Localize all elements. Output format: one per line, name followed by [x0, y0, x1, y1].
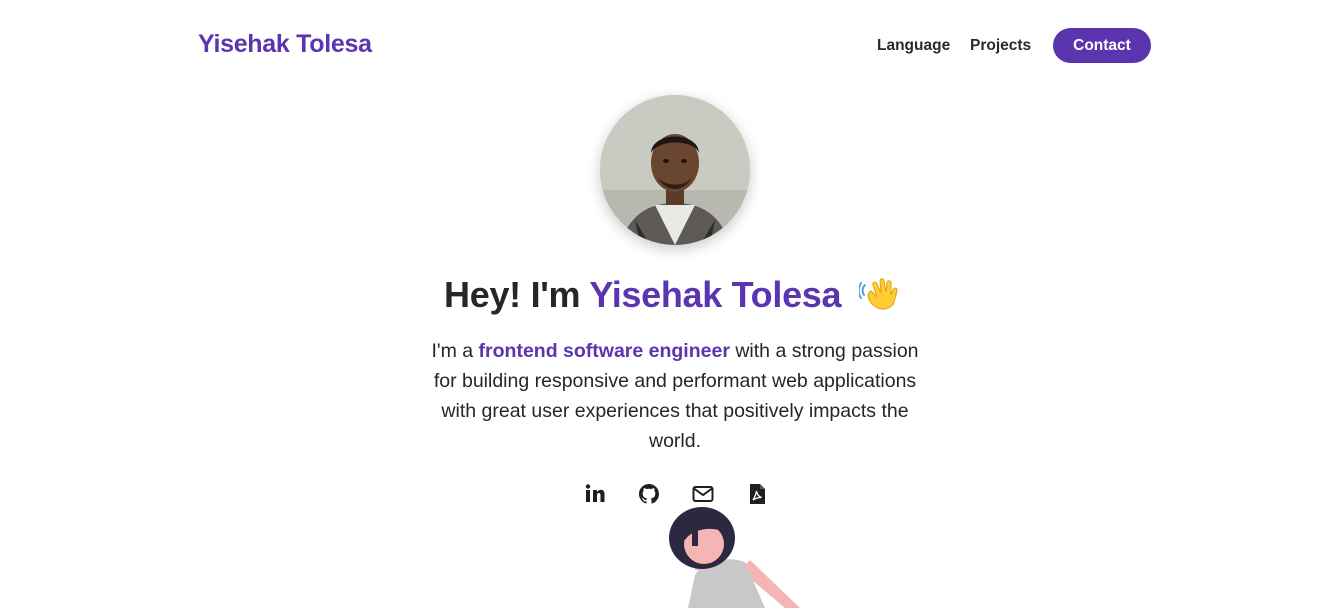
- nav-link-language[interactable]: Language: [877, 37, 950, 55]
- person-illustration: [640, 500, 840, 608]
- hero-bio: I'm a frontend software engineer with a …: [420, 336, 930, 456]
- hero-title: Hey! I'm Yisehak Tolesa: [0, 274, 1343, 322]
- waving-hand-icon: [857, 275, 899, 322]
- hero-name: Yisehak Tolesa: [589, 274, 842, 315]
- hero-greeting: Hey! I'm: [444, 274, 581, 315]
- contact-button[interactable]: Contact: [1053, 28, 1151, 63]
- bio-prefix: I'm a: [431, 340, 474, 362]
- brand-logo[interactable]: Yisehak Tolesa: [198, 30, 372, 59]
- profile-photo: [600, 95, 750, 245]
- avatar: [600, 95, 750, 245]
- bio-highlight: frontend software engineer: [478, 340, 730, 362]
- linkedin-icon[interactable]: [583, 482, 607, 506]
- nav-link-projects[interactable]: Projects: [970, 37, 1031, 55]
- navbar: Yisehak Tolesa Language Projects Contact: [0, 0, 1343, 92]
